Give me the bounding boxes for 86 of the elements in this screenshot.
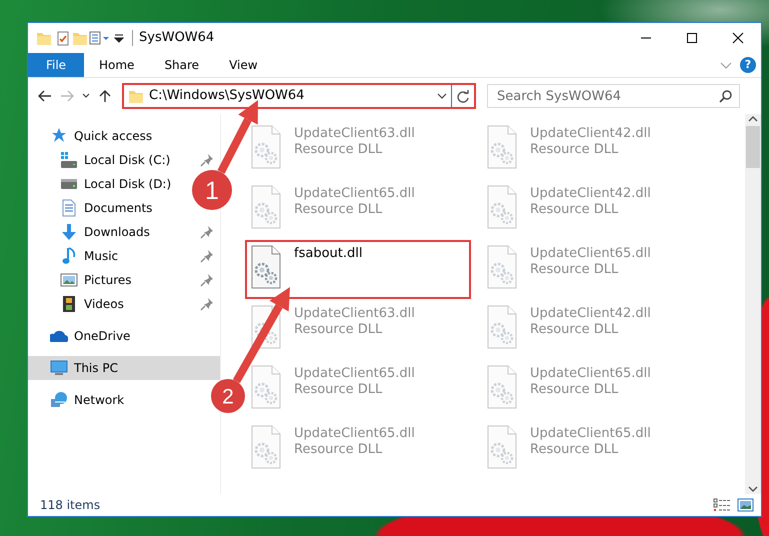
sidebar-item[interactable]: Local Disk (D:) xyxy=(28,172,176,196)
up-arrow-icon xyxy=(99,89,111,103)
file-type: Resource DLL xyxy=(294,202,384,218)
file-type: Resource DLL xyxy=(530,442,620,458)
dll-file-icon xyxy=(250,425,282,469)
file-type: Resource DLL xyxy=(294,442,384,458)
status-text: 118 items xyxy=(40,497,102,514)
scroll-thumb[interactable] xyxy=(746,126,760,168)
window-title: SysWOW64 xyxy=(139,29,214,48)
file-name: UpdateClient42.dll xyxy=(530,126,651,142)
address-bar[interactable]: C:\Windows\SysWOW64 xyxy=(122,83,476,109)
sidebar-item[interactable]: Videos xyxy=(28,292,220,316)
file-name: UpdateClient65.dll xyxy=(530,246,651,262)
dll-file-icon xyxy=(486,305,518,349)
search-field[interactable]: Search SysWOW64 xyxy=(487,84,740,108)
sidebar-item[interactable]: Documents xyxy=(28,196,156,220)
dll-file-icon xyxy=(486,365,518,409)
document-icon xyxy=(60,199,78,217)
star-icon xyxy=(50,127,68,145)
sidebar-item[interactable]: This PC xyxy=(28,356,220,380)
computer-icon xyxy=(50,359,68,377)
file-type: Resource DLL xyxy=(294,142,384,158)
back-arrow-icon xyxy=(38,90,52,102)
music-note-icon xyxy=(60,247,78,265)
file-name: UpdateClient42.dll xyxy=(530,186,651,202)
help-button[interactable]: ? xyxy=(740,57,756,73)
refresh-icon xyxy=(456,90,470,104)
dll-file-icon xyxy=(250,365,282,409)
scrollbar[interactable] xyxy=(745,114,761,494)
file-type: Resource DLL xyxy=(530,382,620,398)
file-name: UpdateClient42.dll xyxy=(530,306,651,322)
address-path: C:\Windows\SysWOW64 xyxy=(149,87,304,106)
close-icon xyxy=(732,32,744,44)
sidebar-item[interactable]: Quick access xyxy=(28,124,156,148)
file-name: UpdateClient65.dll xyxy=(530,366,651,382)
ribbon-tab[interactable]: Share xyxy=(149,53,214,77)
chevron-down-icon[interactable] xyxy=(720,62,732,68)
properties-icon[interactable] xyxy=(88,30,112,46)
folder-icon xyxy=(128,88,144,104)
file-name: UpdateClient63.dll xyxy=(294,126,415,142)
dll-file-icon xyxy=(486,125,518,169)
ribbon-tab[interactable]: Home xyxy=(84,53,150,77)
file-type: Resource DLL xyxy=(530,202,620,218)
dll-file-icon xyxy=(250,125,282,169)
maximize-icon xyxy=(686,32,698,44)
file-name: UpdateClient65.dll xyxy=(530,426,651,442)
file-type: Resource DLL xyxy=(294,382,384,398)
large-icons-view-icon[interactable] xyxy=(735,498,755,512)
dll-file-icon xyxy=(250,305,282,349)
download-icon xyxy=(60,223,78,241)
sidebar-item[interactable]: Local Disk (C:) xyxy=(28,148,220,172)
file-name: fsabout.dll xyxy=(294,246,362,262)
file-name: UpdateClient63.dll xyxy=(294,306,415,322)
chevron-down-icon xyxy=(437,93,447,99)
sidebar-item[interactable]: Downloads xyxy=(28,220,220,244)
network-icon xyxy=(50,391,68,409)
forward-arrow-icon xyxy=(60,90,74,102)
file-name: UpdateClient65.dll xyxy=(294,426,415,442)
dll-file-icon xyxy=(486,425,518,469)
file-item[interactable]: fsabout.dll xyxy=(245,240,471,299)
file-type: Resource DLL xyxy=(530,322,620,338)
dll-file-icon xyxy=(250,245,282,289)
film-icon xyxy=(60,295,78,313)
search-icon xyxy=(719,89,733,103)
file-menu-tab[interactable]: File xyxy=(28,53,84,77)
sidebar-item[interactable]: Music xyxy=(28,244,220,268)
drive-icon xyxy=(60,151,78,169)
dll-file-icon xyxy=(250,185,282,229)
step-badge: 2 xyxy=(211,379,245,413)
file-type: Resource DLL xyxy=(294,322,384,338)
step-badge: 1 xyxy=(192,170,232,210)
file-type: Resource DLL xyxy=(530,142,620,158)
sidebar-item[interactable]: Network xyxy=(28,388,128,412)
details-view-icon[interactable] xyxy=(713,498,731,512)
sidebar-item[interactable]: Pictures xyxy=(28,268,220,292)
picture-icon xyxy=(60,271,78,289)
chevron-down-icon xyxy=(82,93,90,99)
dll-file-icon xyxy=(486,185,518,229)
scroll-up-icon[interactable] xyxy=(748,114,758,124)
ribbon-tab[interactable]: View xyxy=(214,53,273,77)
file-name: UpdateClient65.dll xyxy=(294,186,415,202)
file-type: Resource DLL xyxy=(530,262,620,278)
file-name: UpdateClient65.dll xyxy=(294,366,415,382)
scroll-down-icon[interactable] xyxy=(748,484,758,494)
dll-file-icon xyxy=(486,245,518,289)
sidebar-item[interactable]: OneDrive xyxy=(28,324,134,348)
